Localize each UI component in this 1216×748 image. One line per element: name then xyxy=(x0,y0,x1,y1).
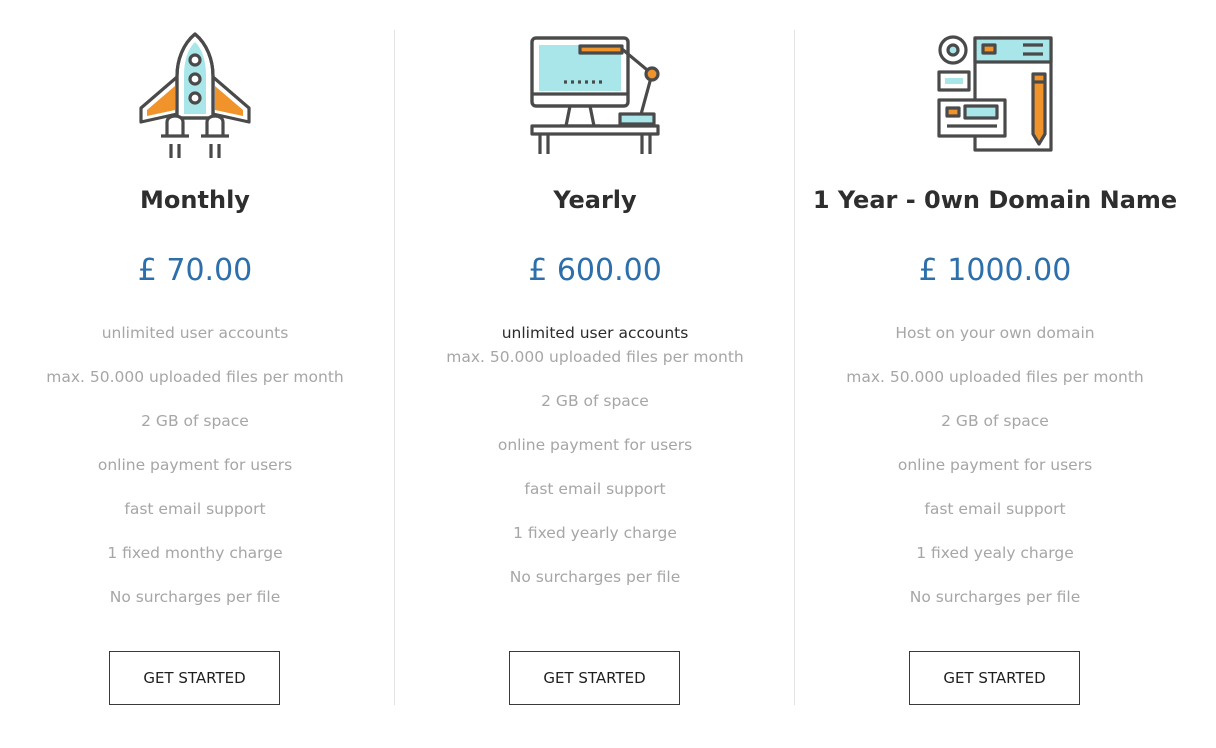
plan-price: £ 70.00 xyxy=(137,253,253,288)
feature-item: unlimited user accounts xyxy=(501,324,689,342)
get-started-button[interactable]: GET STARTED xyxy=(909,651,1080,705)
plan-title: 1 Year - 0wn Domain Name xyxy=(812,186,1178,214)
feature-item: online payment for users xyxy=(497,436,693,454)
feature-item: max. 50.000 uploaded files per month xyxy=(46,368,344,386)
pricing-table: Monthly £ 70.00 unlimited user accounts … xyxy=(0,0,1216,748)
column-divider xyxy=(794,30,795,705)
feature-item: unlimited user accounts xyxy=(101,324,289,342)
rocket-icon xyxy=(135,30,255,160)
feature-item: 1 fixed monthy charge xyxy=(107,544,283,562)
plan-title: Monthly xyxy=(140,186,250,214)
column-divider xyxy=(394,30,395,705)
feature-item: No surcharges per file xyxy=(109,588,281,606)
feature-item: Host on your own domain xyxy=(895,324,1095,342)
feature-list: Host on your own domain max. 50.000 uplo… xyxy=(800,321,1190,629)
plan-yearly: Yearly £ 600.00 unlimited user accounts … xyxy=(400,0,790,748)
web-design-icon xyxy=(935,30,1055,160)
get-started-button[interactable]: GET STARTED xyxy=(109,651,280,705)
feature-item: max. 50.000 uploaded files per month xyxy=(446,348,744,366)
feature-item: 2 GB of space xyxy=(541,392,649,410)
plan-title: Yearly xyxy=(553,186,637,214)
plan-monthly: Monthly £ 70.00 unlimited user accounts … xyxy=(0,0,390,748)
plan-price: £ 1000.00 xyxy=(918,253,1072,288)
feature-item: fast email support xyxy=(524,480,666,498)
feature-item: online payment for users xyxy=(97,456,293,474)
feature-item: 2 GB of space xyxy=(141,412,249,430)
feature-item: fast email support xyxy=(924,500,1066,518)
plan-price: £ 600.00 xyxy=(528,253,662,288)
feature-item: fast email support xyxy=(124,500,266,518)
feature-item: max. 50.000 uploaded files per month xyxy=(846,368,1144,386)
feature-list: unlimited user accounts max. 50.000 uplo… xyxy=(0,321,390,629)
feature-item: 1 fixed yealy charge xyxy=(916,544,1074,562)
feature-item: No surcharges per file xyxy=(509,568,681,586)
feature-item: 2 GB of space xyxy=(941,412,1049,430)
feature-item: 1 fixed yearly charge xyxy=(513,524,677,542)
desktop-workstation-icon xyxy=(530,30,660,160)
feature-list: unlimited user accounts max. 50.000 uplo… xyxy=(400,321,790,609)
get-started-button[interactable]: GET STARTED xyxy=(509,651,680,705)
plan-own-domain: 1 Year - 0wn Domain Name £ 1000.00 Host … xyxy=(800,0,1190,748)
feature-item: online payment for users xyxy=(897,456,1093,474)
feature-item: No surcharges per file xyxy=(909,588,1081,606)
